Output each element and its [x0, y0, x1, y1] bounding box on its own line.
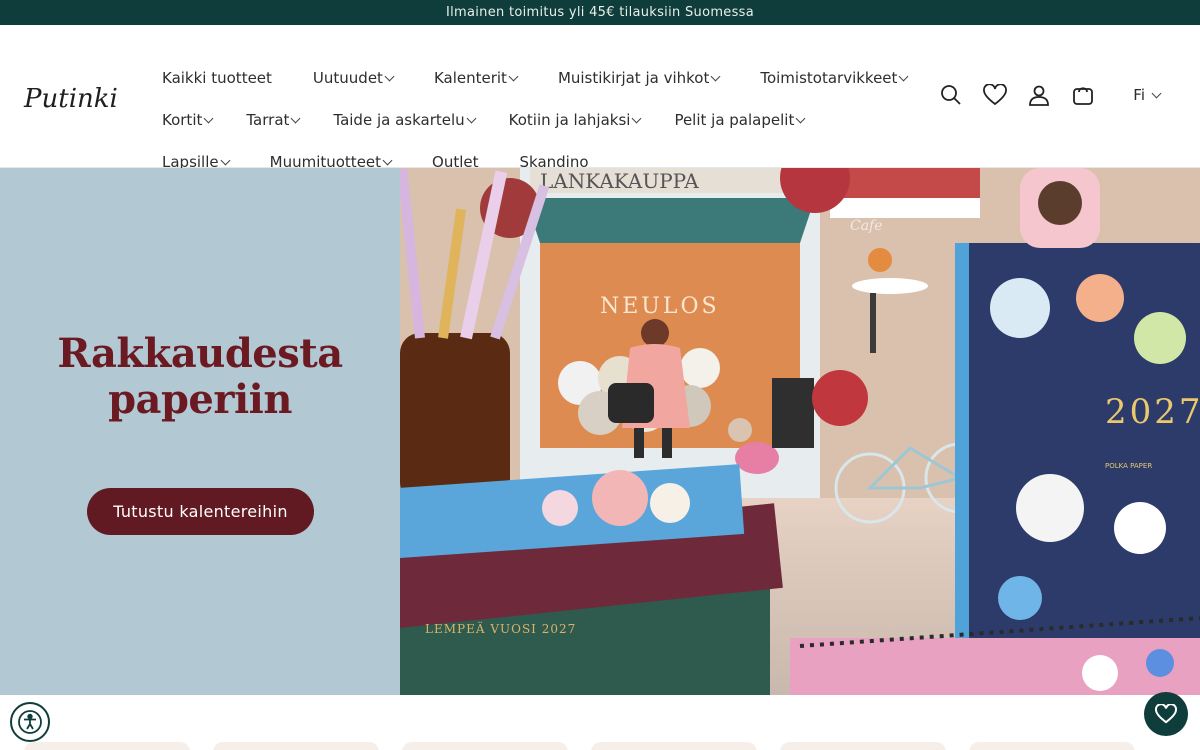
svg-text:Cafe: Cafe	[850, 218, 883, 234]
nav-item-muistikirjat-ja-vihkot[interactable]: Muistikirjat ja vihkot	[557, 69, 721, 87]
nav-item-label: Taide ja askartelu	[333, 111, 465, 129]
nav-row2: Kortit Tarrat Taide ja askartelu Kotiin ja …	[162, 111, 806, 129]
announcement-bar: Ilmainen toimitus yli 45€ tilauksiin Suo…	[0, 0, 1200, 25]
category-card[interactable]	[24, 742, 190, 750]
chevron-down-icon	[795, 113, 806, 123]
account-icon[interactable]	[1027, 83, 1051, 107]
svg-text:2027: 2027	[1105, 392, 1200, 432]
category-card[interactable]	[213, 742, 379, 750]
category-cards-strip	[24, 742, 1135, 750]
brand-logo[interactable]: Putinki	[22, 77, 118, 117]
hero-text-panel: Rakkaudesta paperiin Tutustu kalentereihi…	[0, 168, 400, 695]
nav-item-label: Toimistotarvikkeet	[760, 69, 898, 87]
chevron-down-icon	[1151, 88, 1162, 98]
nav-item-uutuudet[interactable]: Uutuudet	[312, 69, 395, 87]
nav-item-label: Muistikirjat ja vihkot	[557, 69, 710, 87]
below-hero	[0, 692, 1200, 750]
chevron-down-icon	[220, 155, 231, 165]
search-icon[interactable]	[939, 83, 963, 107]
svg-text:Putinki: Putinki	[23, 84, 118, 114]
chevron-down-icon	[290, 113, 301, 123]
hero-image: LANKAKAUPPA NEULOS Cafe LEMPEÄ VUOSI 202…	[400, 168, 1200, 695]
svg-text:POLKA PAPER: POLKA PAPER	[1105, 462, 1152, 470]
nav-item-tarrat[interactable]: Tarrat	[246, 111, 301, 129]
category-card[interactable]	[591, 742, 757, 750]
explore-calendars-button[interactable]: Tutustu kalentereihin	[87, 488, 314, 535]
nav-item-label: Uutuudet	[312, 69, 383, 87]
nav-item-label: Kotiin ja lahjaksi	[508, 111, 631, 129]
nav-item-label: Kaikki tuotteet	[162, 69, 272, 87]
chevron-down-icon	[508, 71, 519, 81]
svg-text:LANKAKAUPPA: LANKAKAUPPA	[540, 169, 699, 193]
language-selector[interactable]: Fi	[1133, 86, 1162, 104]
chevron-down-icon	[382, 155, 393, 165]
wishlist-floating-icon[interactable]	[1144, 692, 1188, 736]
chevron-down-icon	[710, 71, 721, 81]
announcement-text: Ilmainen toimitus yli 45€ tilauksiin Suo…	[445, 5, 754, 20]
nav-item-label: Kalenterit	[433, 69, 507, 87]
hero-banner: Rakkaudesta paperiin Tutustu kalentereihi…	[0, 168, 1200, 695]
nav-item-taide-ja-askartelu[interactable]: Taide ja askartelu	[333, 111, 477, 129]
site-header: Putinki Kaikki tuotteet Uutuudet Kalenteri…	[0, 25, 1200, 171]
chevron-down-icon	[203, 113, 214, 123]
nav-item-label: Pelit ja palapelit	[674, 111, 795, 129]
chevron-down-icon	[898, 71, 909, 81]
header-actions: Fi	[939, 83, 1162, 107]
svg-text:LEMPEÄ VUOSI 2027: LEMPEÄ VUOSI 2027	[425, 620, 576, 636]
category-card[interactable]	[780, 742, 946, 750]
nav-item-pelit-ja-palapelit[interactable]: Pelit ja palapelit	[674, 111, 806, 129]
nav-item-kalenterit[interactable]: Kalenterit	[433, 69, 519, 87]
hero-title: Rakkaudesta paperiin	[57, 330, 343, 423]
nav-item-kaikki-tuotteet[interactable]: Kaikki tuotteet	[162, 69, 272, 87]
nav-item-label: Tarrat	[246, 111, 290, 129]
nav-item-kortit[interactable]: Kortit	[162, 111, 214, 129]
chevron-down-icon	[631, 113, 642, 123]
svg-text:NEULOS: NEULOS	[600, 294, 720, 319]
accessibility-icon[interactable]	[10, 702, 50, 742]
nav-item-kotiin-ja-lahjaksi[interactable]: Kotiin ja lahjaksi	[508, 111, 642, 129]
language-label: Fi	[1133, 86, 1145, 104]
chevron-down-icon	[384, 71, 395, 81]
chevron-down-icon	[466, 113, 477, 123]
category-card[interactable]	[969, 742, 1135, 750]
heart-icon[interactable]	[983, 83, 1008, 107]
cart-icon[interactable]	[1071, 83, 1095, 107]
nav-row1: Kaikki tuotteet Uutuudet Kalenterit Muistik…	[162, 69, 909, 87]
nav-item-toimistotarvikkeet[interactable]: Toimistotarvikkeet	[760, 69, 909, 87]
category-card[interactable]	[402, 742, 568, 750]
nav-item-label: Kortit	[162, 111, 203, 129]
